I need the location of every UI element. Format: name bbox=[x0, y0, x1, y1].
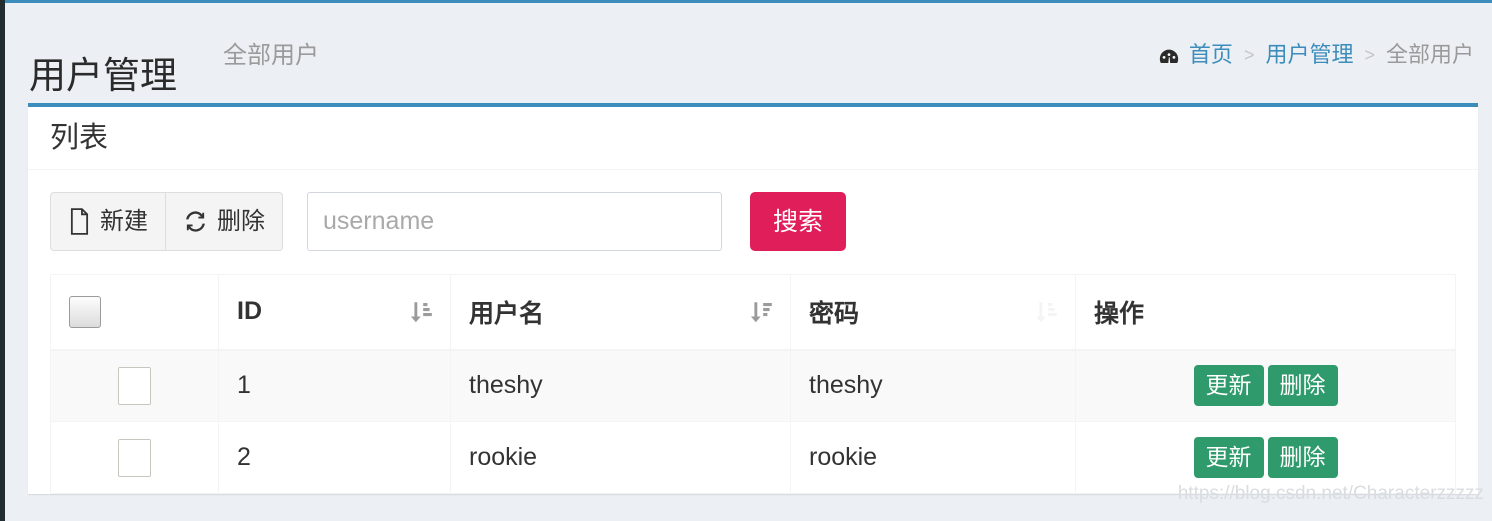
sidebar-edge bbox=[0, 0, 5, 521]
column-header-select-all bbox=[50, 274, 219, 351]
top-accent-bar bbox=[5, 0, 1492, 3]
table-head: ID 用户名 密码 操作 bbox=[50, 274, 1456, 351]
cell-id: 1 bbox=[218, 349, 451, 422]
delete-button-label: 删除 bbox=[217, 207, 265, 235]
cell-password: theshy bbox=[790, 349, 1076, 422]
breadcrumb-separator: > bbox=[1364, 45, 1375, 65]
cell-id: 2 bbox=[218, 421, 451, 494]
search-button[interactable]: 搜索 bbox=[750, 192, 847, 251]
tachometer-dashboard-icon bbox=[1158, 46, 1180, 68]
column-header-operations-label: 操作 bbox=[1094, 299, 1145, 328]
new-button-label: 新建 bbox=[100, 207, 148, 235]
table-row: 1 theshy theshy 更新 删除 bbox=[50, 349, 1456, 422]
row-operations-cell: 更新 删除 bbox=[1075, 421, 1456, 494]
sort-amount-down-icon[interactable] bbox=[408, 299, 434, 325]
row-update-button[interactable]: 更新 bbox=[1193, 437, 1264, 478]
row-checkbox[interactable] bbox=[118, 366, 151, 405]
select-all-checkbox[interactable] bbox=[69, 295, 101, 328]
delete-button[interactable]: 删除 bbox=[166, 192, 283, 251]
row-checkbox[interactable] bbox=[118, 438, 151, 477]
file-document-icon bbox=[68, 208, 91, 235]
row-delete-button[interactable]: 删除 bbox=[1267, 365, 1338, 407]
column-header-operations: 操作 bbox=[1075, 274, 1456, 351]
column-header-username-label: 用户名 bbox=[469, 299, 545, 328]
row-select-cell bbox=[50, 349, 219, 422]
cell-username: theshy bbox=[450, 349, 791, 422]
toolbar: 新建 删除 搜索 bbox=[50, 192, 1456, 251]
row-update-button[interactable]: 更新 bbox=[1193, 365, 1264, 407]
list-panel: 列表 新建 删除 username 搜索 ID 用户名 密码 操作 1 thes… bbox=[28, 103, 1478, 494]
table-row: 2 rookie rookie 更新 删除 bbox=[50, 421, 1456, 494]
column-header-id-label: ID bbox=[237, 297, 262, 326]
breadcrumb-separator: > bbox=[1243, 45, 1255, 65]
search-input[interactable] bbox=[307, 192, 722, 251]
breadcrumb: 首页 > 用户管理 > 全部用户 bbox=[1158, 41, 1474, 69]
breadcrumb-item-user-management[interactable]: 用户管理 bbox=[1265, 41, 1353, 69]
page-subtitle: 全部用户 bbox=[223, 42, 319, 69]
page-container: 用户管理 全部用户 首页 > 用户管理 > 全部用户 列表 新建 删除 user… bbox=[5, 3, 1492, 521]
table-body: 1 theshy theshy 更新 删除 2 rookie rookie 更新… bbox=[50, 349, 1456, 494]
row-select-cell bbox=[50, 421, 219, 494]
content-header: 用户管理 全部用户 首页 > 用户管理 > 全部用户 bbox=[5, 3, 1492, 97]
breadcrumb-item-current: 全部用户 bbox=[1385, 42, 1474, 67]
row-delete-button[interactable]: 删除 bbox=[1267, 437, 1338, 478]
refresh-sync-icon bbox=[183, 209, 208, 234]
column-header-password-label: 密码 bbox=[809, 299, 860, 328]
page-title: 用户管理 bbox=[29, 54, 177, 96]
panel-body: 新建 删除 搜索 bbox=[28, 169, 1478, 494]
users-table: ID 用户名 密码 操作 1 theshy theshy 更新 删除 2 roo… bbox=[50, 274, 1456, 494]
column-header-password[interactable]: 密码 bbox=[790, 274, 1076, 351]
breadcrumb-item-home[interactable]: 首页 bbox=[1189, 41, 1233, 69]
row-operations-cell: 更新 删除 bbox=[1075, 349, 1456, 422]
panel-header: 列表 bbox=[28, 107, 1478, 169]
table-container: ID 用户名 密码 操作 1 theshy theshy 更新 删除 2 roo… bbox=[50, 274, 1456, 494]
column-header-username[interactable]: 用户名 bbox=[450, 274, 791, 351]
toolbar-button-group: 新建 删除 bbox=[50, 192, 283, 251]
panel-title: 列表 bbox=[50, 122, 109, 154]
cell-password: rookie bbox=[790, 421, 1076, 494]
column-header-id[interactable]: ID bbox=[218, 274, 451, 351]
table-header-row: ID 用户名 密码 操作 bbox=[50, 274, 1456, 351]
cell-username: rookie bbox=[450, 421, 791, 494]
new-button[interactable]: 新建 bbox=[50, 192, 166, 251]
sort-amount-down-alt-icon[interactable] bbox=[748, 299, 774, 325]
sort-amount-down-icon[interactable] bbox=[1033, 299, 1059, 325]
